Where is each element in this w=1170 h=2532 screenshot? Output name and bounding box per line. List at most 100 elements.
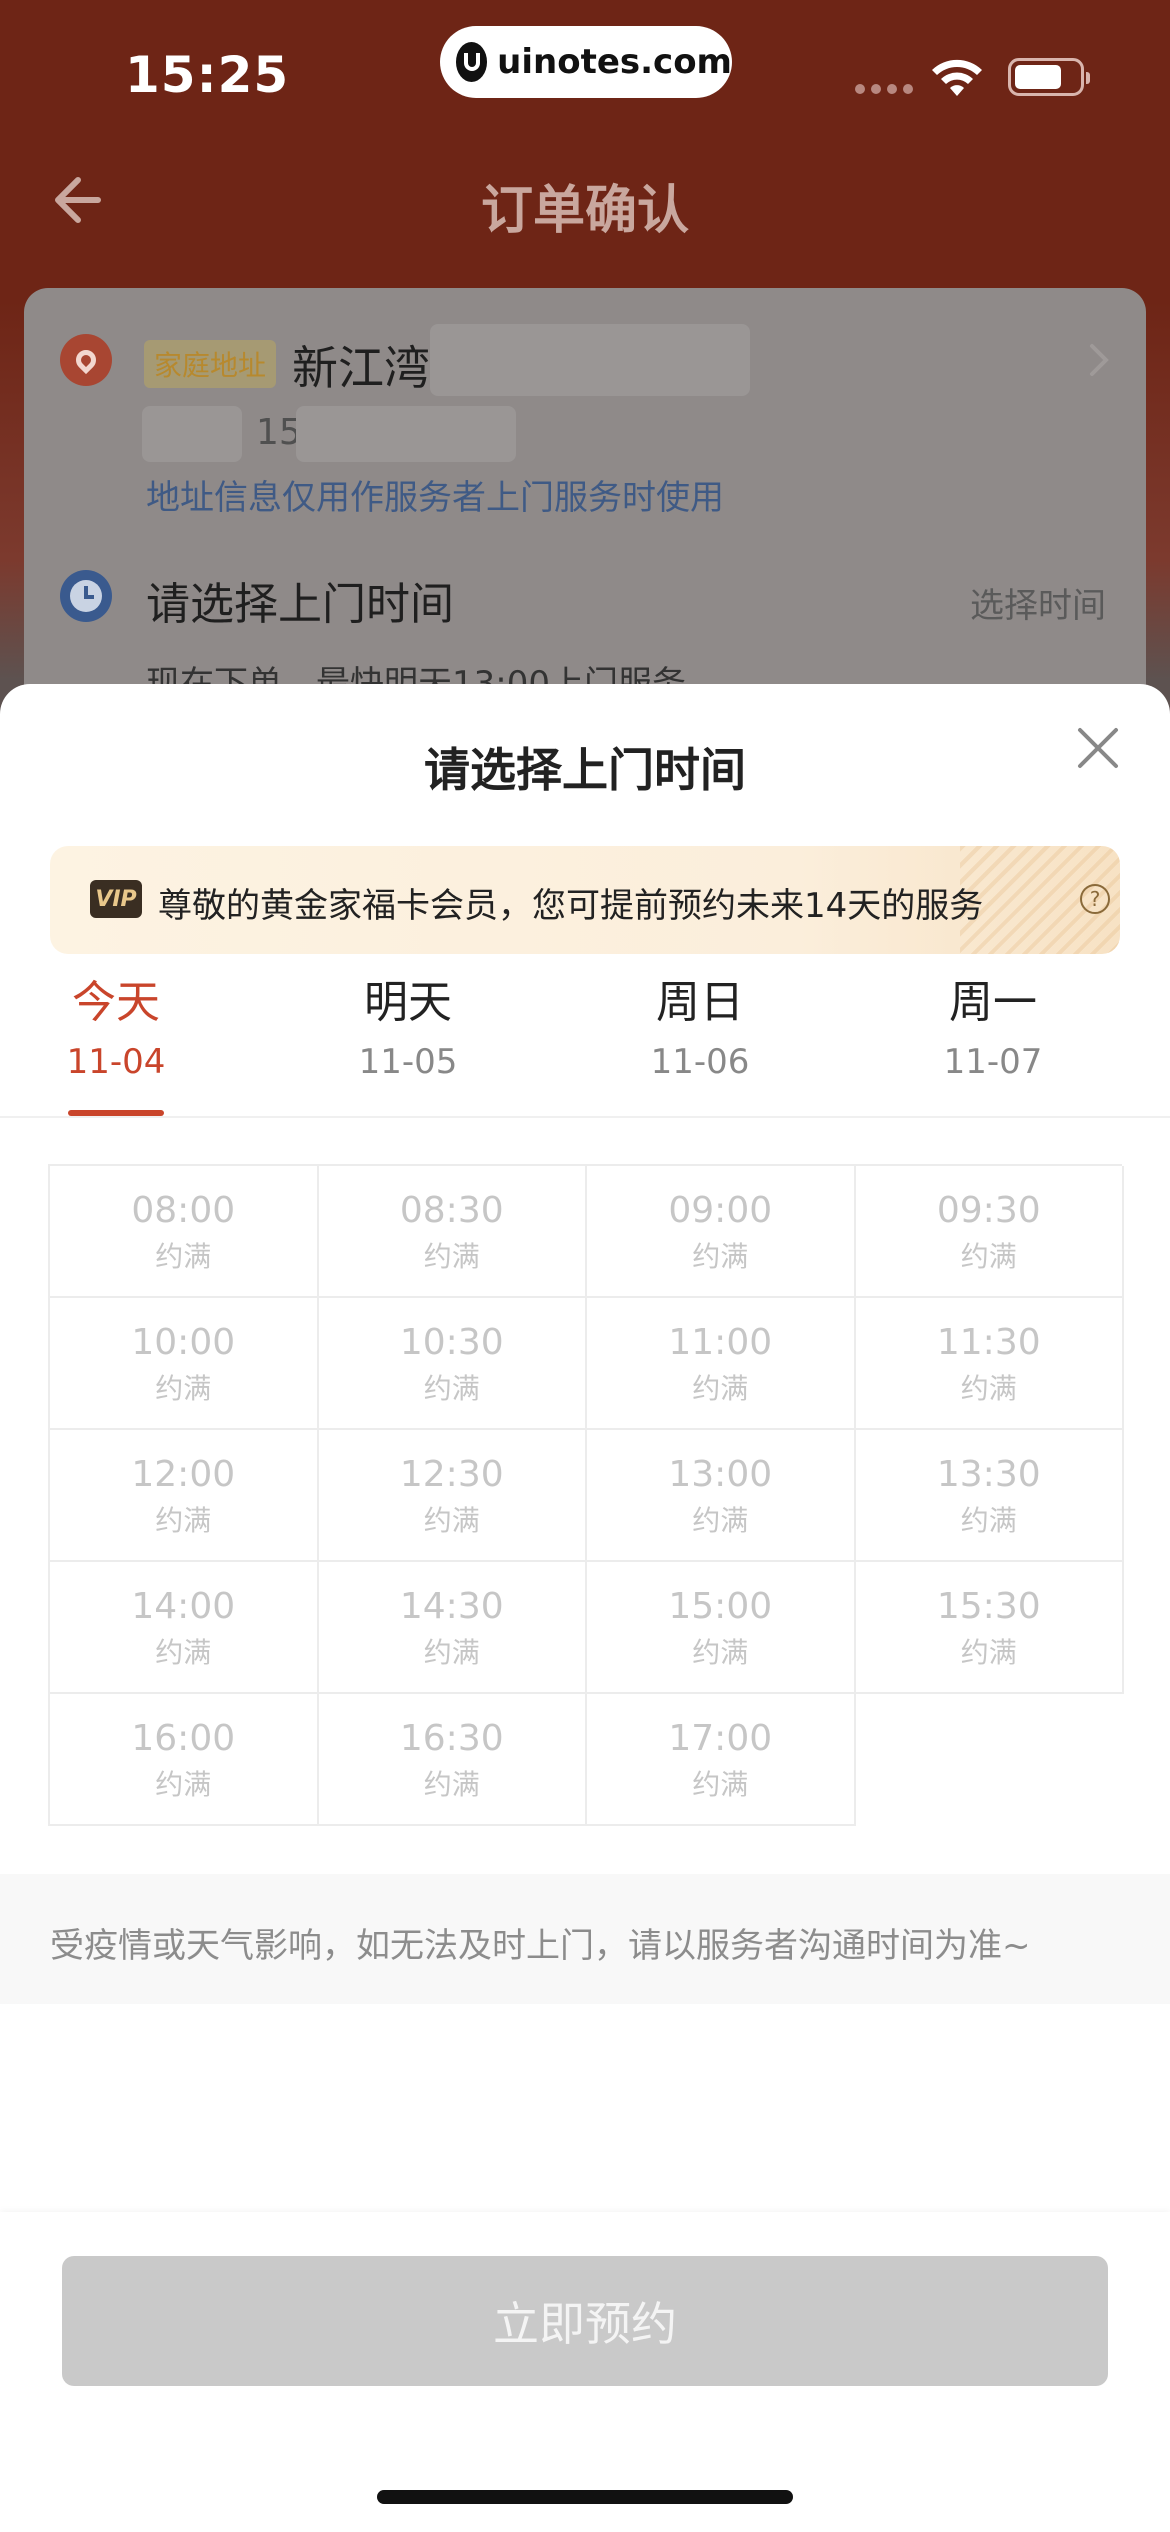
slot-time: 08:00	[131, 1190, 236, 1231]
tab-monday[interactable]: 周一 11-07	[903, 966, 1083, 1082]
day-tab-date: 11-05	[358, 1042, 458, 1082]
status-bar: 15:25 uinotes.com	[0, 0, 1170, 140]
clock-icon	[60, 570, 112, 622]
day-tab-date: 11-06	[650, 1042, 750, 1082]
time-slot[interactable]: 11:30 约满	[855, 1298, 1124, 1430]
slot-time: 10:30	[399, 1322, 504, 1363]
slot-time: 12:00	[131, 1454, 236, 1495]
slot-status: 约满	[155, 1768, 212, 1801]
day-tab-date: 11-04	[66, 1042, 166, 1082]
time-slot[interactable]: 12:00 约满	[50, 1430, 319, 1562]
empty-slot	[856, 1694, 1125, 1826]
time-slot[interactable]: 09:00 约满	[587, 1166, 856, 1298]
slot-status: 约满	[155, 1636, 212, 1669]
battery-icon	[1008, 58, 1090, 96]
vip-banner: VIP 尊敬的黄金家福卡会员，您可提前预约未来14天的服务 ?	[50, 846, 1120, 954]
vip-badge-icon: VIP	[90, 880, 142, 918]
app-root: 15:25 uinotes.com 订单确认 家庭地址 新江湾 15 地址信息仅…	[0, 0, 1170, 2532]
slot-time: 17:00	[668, 1718, 773, 1759]
time-slot[interactable]: 10:30 约满	[318, 1298, 587, 1430]
time-slot-grid: 08:00 约满 08:30 约满 09:00 约满 09:30 约满 10:00 约满 …	[48, 1164, 1125, 1826]
time-slot[interactable]: 16:30 约满	[318, 1694, 587, 1826]
slot-time: 10:00	[131, 1322, 236, 1363]
time-picker-sheet: 请选择上门时间 VIP 尊敬的黄金家福卡会员，您可提前预约未来14天的服务 ? …	[0, 684, 1170, 2532]
day-tab-label: 今天	[72, 977, 160, 1028]
day-tab-date: 11-07	[943, 1042, 1043, 1082]
slot-status: 约满	[960, 1372, 1017, 1405]
slot-status: 约满	[423, 1240, 480, 1273]
address-note: 地址信息仅用作服务者上门服务时使用	[146, 478, 724, 518]
tabs-divider	[0, 1116, 1170, 1118]
watermark-logo-icon	[456, 42, 488, 82]
time-slot[interactable]: 13:00 约满	[587, 1430, 856, 1562]
time-slot[interactable]: 16:00 约满	[50, 1694, 319, 1826]
slot-status: 约满	[692, 1240, 749, 1273]
time-slot[interactable]: 17:00 约满	[587, 1694, 856, 1826]
close-icon[interactable]	[1074, 724, 1122, 772]
tab-tomorrow[interactable]: 明天 11-05	[318, 966, 498, 1082]
slot-time: 16:00	[131, 1718, 236, 1759]
slot-status: 约满	[423, 1372, 480, 1405]
address-blurred	[430, 324, 750, 396]
time-slot[interactable]: 09:30 约满	[855, 1166, 1124, 1298]
help-icon[interactable]: ?	[1080, 884, 1110, 914]
phone-blurred	[296, 406, 516, 462]
notice-text: 受疫情或天气影响，如无法及时上门，请以服务者沟通时间为准~	[50, 1926, 1031, 1966]
service-time-label[interactable]: 请选择上门时间	[146, 568, 454, 632]
time-slot[interactable]: 10:00 约满	[50, 1298, 319, 1430]
time-slot[interactable]: 08:00 约满	[50, 1166, 319, 1298]
slot-time: 16:30	[399, 1718, 504, 1759]
sheet-title: 请选择上门时间	[424, 743, 746, 797]
status-time: 15:25	[125, 46, 290, 104]
cellular-signal-icon	[855, 84, 913, 94]
wifi-icon	[932, 59, 982, 96]
choose-time-link[interactable]: 选择时间	[970, 578, 1106, 627]
bottom-action-area: 立即预约	[0, 2212, 1170, 2532]
location-pin-icon	[60, 334, 112, 386]
slot-status: 约满	[155, 1240, 212, 1273]
watermark-text: uinotes.com	[497, 42, 732, 82]
day-tab-label: 周日	[656, 977, 744, 1028]
address-tag: 家庭地址	[144, 340, 277, 388]
address-name[interactable]: 新江湾	[292, 332, 430, 398]
home-indicator[interactable]	[377, 2490, 793, 2504]
slot-status: 约满	[692, 1636, 749, 1669]
slot-status: 约满	[692, 1372, 749, 1405]
time-slot[interactable]: 14:00 约满	[50, 1562, 319, 1694]
book-now-button[interactable]: 立即预约	[62, 2256, 1108, 2386]
slot-time: 14:00	[131, 1586, 236, 1627]
time-slot[interactable]: 15:00 约满	[587, 1562, 856, 1694]
slot-status: 约满	[423, 1768, 480, 1801]
slot-time: 11:30	[936, 1322, 1041, 1363]
nav-bar: 订单确认	[0, 150, 1170, 250]
slot-time: 15:30	[936, 1586, 1041, 1627]
slot-status: 约满	[155, 1504, 212, 1537]
time-slot[interactable]: 15:30 约满	[855, 1562, 1124, 1694]
tab-today[interactable]: 今天 11-04	[26, 966, 206, 1082]
slot-status: 约满	[960, 1240, 1017, 1273]
slot-time: 09:30	[936, 1190, 1041, 1231]
tab-sunday[interactable]: 周日 11-06	[610, 966, 790, 1082]
page-title: 订单确认	[480, 181, 689, 241]
slot-time: 08:30	[399, 1190, 504, 1231]
time-slot[interactable]: 08:30 约满	[318, 1166, 587, 1298]
slot-status: 约满	[692, 1768, 749, 1801]
time-slot[interactable]: 14:30 约满	[318, 1562, 587, 1694]
time-slot[interactable]: 12:30 约满	[318, 1430, 587, 1562]
watermark-badge: uinotes.com	[440, 26, 732, 98]
slot-time: 13:00	[668, 1454, 773, 1495]
slot-status: 约满	[423, 1504, 480, 1537]
slot-time: 12:30	[399, 1454, 504, 1495]
slot-status: 约满	[155, 1372, 212, 1405]
slot-time: 14:30	[399, 1586, 504, 1627]
vip-benefit-text: 尊敬的黄金家福卡会员，您可提前预约未来14天的服务	[158, 886, 984, 926]
contact-name-blurred	[142, 406, 242, 462]
time-slot[interactable]: 13:30 约满	[855, 1430, 1124, 1562]
notice-bar: 受疫情或天气影响，如无法及时上门，请以服务者沟通时间为准~	[0, 1874, 1170, 2004]
chevron-right-icon[interactable]	[1084, 340, 1114, 380]
slot-time: 11:00	[668, 1322, 773, 1363]
slot-status: 约满	[960, 1636, 1017, 1669]
slot-status: 约满	[423, 1636, 480, 1669]
time-slot[interactable]: 11:00 约满	[587, 1298, 856, 1430]
slot-status: 约满	[960, 1504, 1017, 1537]
